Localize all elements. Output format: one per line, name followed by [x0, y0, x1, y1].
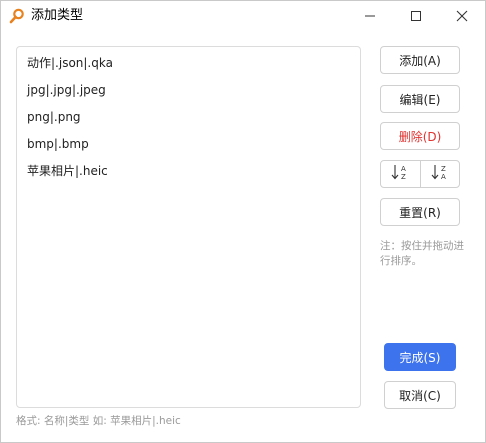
svg-text:Z: Z [401, 173, 406, 181]
done-button[interactable]: 完成(S) [384, 343, 456, 371]
sort-descending-button[interactable]: Z A [421, 161, 460, 187]
svg-text:A: A [441, 173, 446, 181]
type-list[interactable]: 动作|.json|.qka jpg|.jpg|.jpeg png|.png bm… [16, 46, 361, 408]
format-hint: 格式: 名称|类型 如: 苹果相片|.heic [16, 415, 181, 427]
svg-text:A: A [401, 165, 406, 173]
minimize-icon [364, 7, 376, 26]
list-item[interactable]: 动作|.json|.qka [27, 55, 113, 71]
sort-ascending-icon: A Z [390, 162, 412, 186]
list-item[interactable]: jpg|.jpg|.jpeg [27, 82, 106, 98]
maximize-icon [410, 7, 422, 26]
svg-text:Z: Z [441, 165, 446, 173]
sort-ascending-button[interactable]: A Z [381, 161, 421, 187]
delete-button[interactable]: 删除(D) [380, 122, 460, 150]
maximize-button[interactable] [393, 1, 439, 31]
add-type-dialog: 添加类型 动作|.json|.qka jpg|.jpg|.jpeg png|.p… [0, 0, 486, 443]
list-item[interactable]: png|.png [27, 109, 81, 125]
sort-descending-icon: Z A [430, 162, 452, 186]
list-item[interactable]: bmp|.bmp [27, 136, 89, 152]
close-button[interactable] [439, 1, 485, 31]
drag-sort-note: 注：按住并拖动进行排序。 [380, 240, 464, 267]
reset-button[interactable]: 重置(R) [380, 198, 460, 226]
window-title: 添加类型 [31, 8, 84, 23]
list-item[interactable]: 苹果相片|.heic [27, 163, 108, 179]
minimize-button[interactable] [347, 1, 393, 31]
edit-button[interactable]: 编辑(E) [380, 85, 460, 113]
close-icon [456, 7, 468, 26]
sort-button-group: A Z Z A [380, 160, 460, 188]
magnifier-icon [9, 8, 25, 24]
title-bar[interactable]: 添加类型 [1, 1, 485, 31]
cancel-button[interactable]: 取消(C) [384, 381, 456, 409]
add-button[interactable]: 添加(A) [380, 46, 460, 74]
